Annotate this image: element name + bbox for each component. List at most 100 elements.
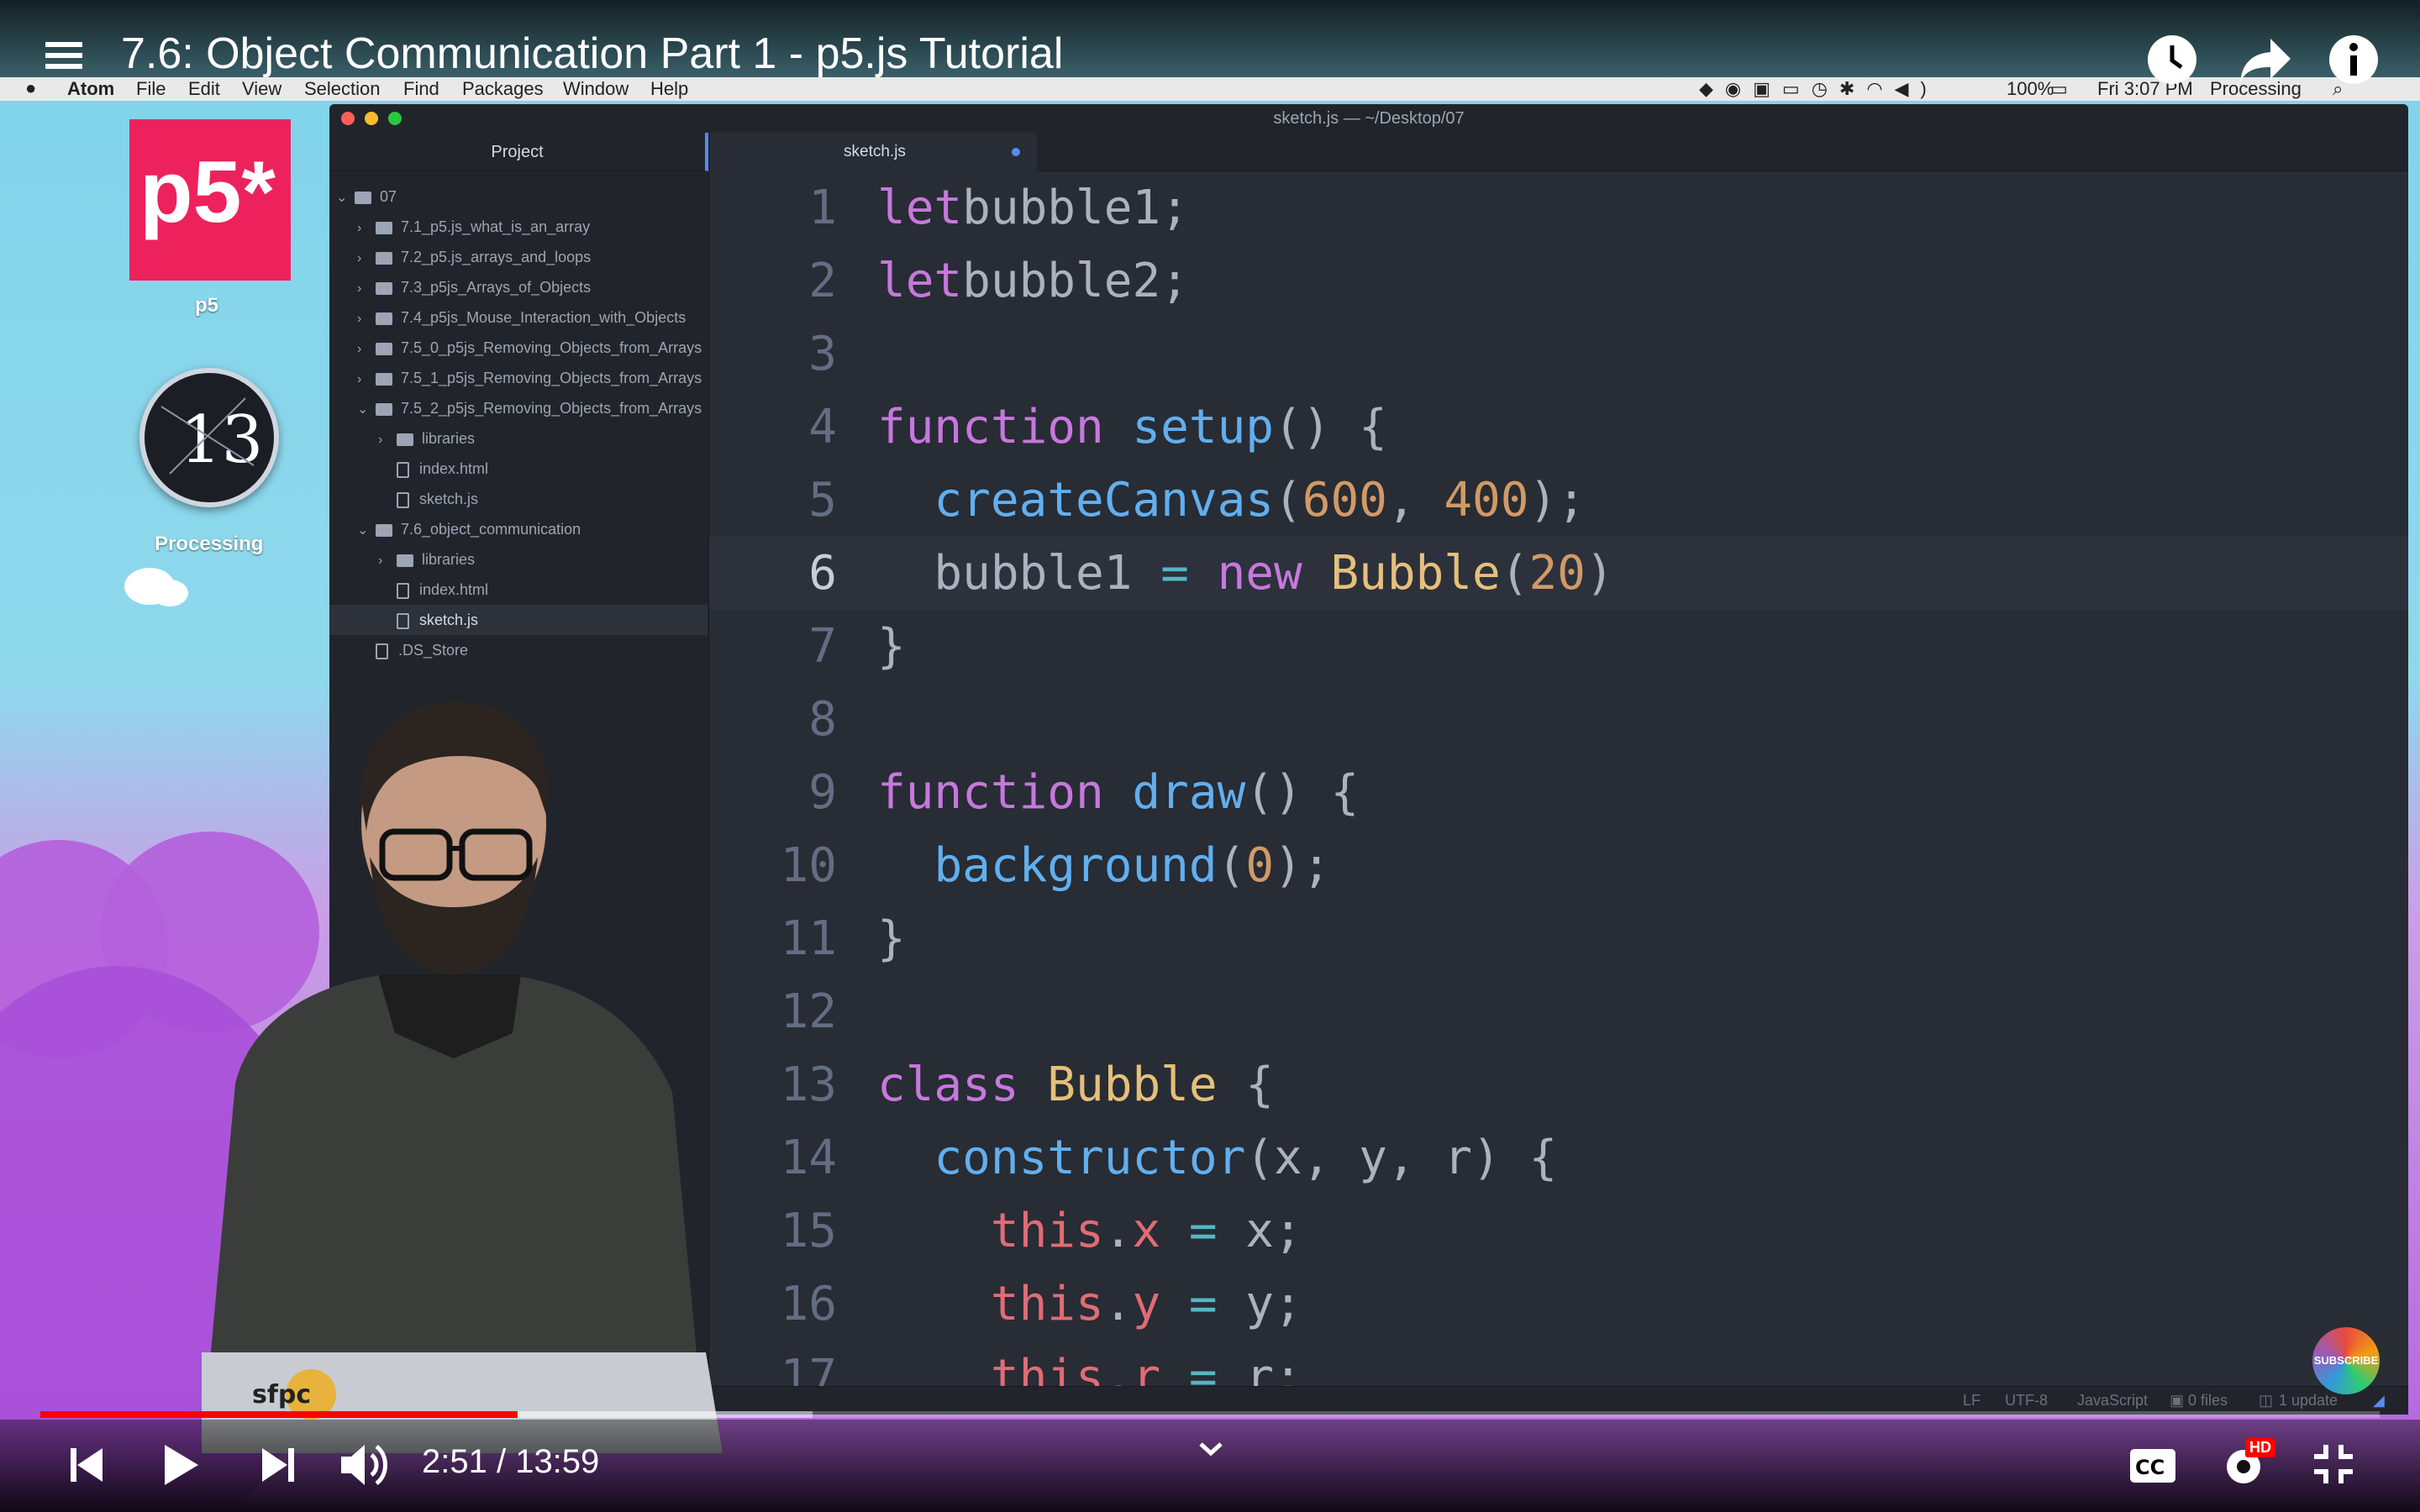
tree-file[interactable]: index.html <box>329 575 488 605</box>
chevron-down-icon[interactable]: ⌄ <box>357 516 371 546</box>
git-files-icon: ▣ <box>2170 1392 2185 1409</box>
folder-icon <box>376 312 392 325</box>
code-token: bubble1 <box>877 546 1161 601</box>
captions-icon[interactable]: CC <box>2129 1448 2176 1488</box>
volume-icon[interactable] <box>339 1441 392 1493</box>
code-token: { <box>1217 1058 1275 1112</box>
chevron-right-icon[interactable]: › <box>357 334 371 365</box>
share-icon[interactable] <box>2238 37 2292 88</box>
tree-folder[interactable]: ⌄ 07 <box>329 181 397 212</box>
code-token: constructor <box>934 1131 1246 1185</box>
file-encoding[interactable]: UTF-8 <box>2005 1392 2048 1410</box>
menu-window[interactable]: Window <box>563 78 629 100</box>
minimize-window-button[interactable] <box>365 112 378 125</box>
tree-folder[interactable]: › 7.5_0_p5js_Removing_Objects_from_Arrays <box>329 333 702 363</box>
code-token: ( <box>1217 838 1246 893</box>
chevron-right-icon[interactable]: › <box>357 244 371 274</box>
chevron-right-icon[interactable]: › <box>357 365 371 395</box>
code-token: this <box>990 1204 1104 1258</box>
code-editor[interactable]: 1 letbubble1; 2 letbubble2; 3 4 function setup… <box>709 171 2408 1415</box>
menu-view[interactable]: View <box>242 78 281 100</box>
processing-icon-label: Processing <box>155 533 264 555</box>
code-line[interactable]: this.x = x; <box>877 1194 1302 1268</box>
code-token: 600 <box>1302 473 1387 528</box>
tree-folder[interactable]: › libraries <box>329 544 475 575</box>
tree-file[interactable]: index.html <box>329 454 488 484</box>
watch-later-icon[interactable] <box>2146 34 2198 90</box>
apple-icon[interactable]: ● <box>25 77 36 99</box>
chevron-right-icon[interactable]: › <box>357 213 371 244</box>
exit-fullscreen-icon[interactable] <box>2312 1443 2354 1489</box>
code-line[interactable]: } <box>877 902 906 975</box>
chevron-down-icon[interactable]: ⌄ <box>357 395 371 425</box>
tree-file[interactable]: .DS_Store <box>329 635 468 665</box>
chevron-right-icon[interactable]: › <box>378 425 392 455</box>
playlist-menu-icon[interactable] <box>45 39 84 76</box>
line-number: 4 <box>808 400 837 454</box>
update-count[interactable]: 1 update <box>2279 1392 2338 1410</box>
tree-folder[interactable]: › 7.2_p5.js_arrays_and_loops <box>329 242 591 272</box>
line-number: 12 <box>780 984 837 1039</box>
code-line[interactable]: createCanvas(600, 400); <box>877 464 1585 537</box>
previous-icon[interactable] <box>71 1446 104 1488</box>
cloud-decoration <box>151 580 188 606</box>
p5-desktop-icon[interactable]: p5* <box>129 119 291 281</box>
chevron-down-icon[interactable] <box>1198 1441 1223 1461</box>
grammar-selector[interactable]: JavaScript <box>2077 1392 2148 1410</box>
code-line[interactable]: function setup() { <box>877 391 1387 464</box>
tree-folder[interactable]: ⌄ 7.5_2_p5js_Removing_Objects_from_Arrays <box>329 393 702 423</box>
menu-edit[interactable]: Edit <box>188 78 220 100</box>
play-icon[interactable] <box>163 1443 200 1491</box>
chevron-down-icon[interactable]: ⌄ <box>336 183 350 213</box>
code-line[interactable]: letbubble1; <box>877 171 1189 244</box>
menu-help[interactable]: Help <box>650 78 688 100</box>
video-title[interactable]: 7.6: Object Communication Part 1 - p5.js… <box>121 29 1063 79</box>
chevron-right-icon[interactable]: › <box>357 274 371 304</box>
menu-find[interactable]: Find <box>403 78 439 100</box>
tree-folder[interactable]: ⌄ 7.6_object_communication <box>329 514 581 544</box>
chevron-right-icon[interactable]: › <box>357 304 371 334</box>
code-line[interactable]: function draw() { <box>877 756 1359 829</box>
menu-selection[interactable]: Selection <box>304 78 381 100</box>
code-line[interactable]: background(0); <box>877 829 1330 902</box>
modified-indicator <box>1012 148 1020 156</box>
code-token: ) <box>1585 546 1614 601</box>
tab-label: sketch.js <box>844 143 906 160</box>
progress-bar[interactable] <box>40 1411 2380 1418</box>
line-ending[interactable]: LF <box>1963 1392 1981 1410</box>
code-line[interactable]: class Bubble { <box>877 1048 1274 1121</box>
tree-file[interactable]: sketch.js <box>329 605 708 635</box>
subscribe-watermark[interactable]: SUBSCRIBE <box>2312 1327 2380 1394</box>
tree-folder[interactable]: › 7.3_p5js_Arrays_of_Objects <box>329 272 591 302</box>
tree-folder[interactable]: › 7.1_p5.js_what_is_an_array <box>329 212 590 242</box>
menu-file[interactable]: File <box>136 78 166 100</box>
code-line[interactable]: constructor(x, y, r) { <box>877 1121 1557 1194</box>
close-window-button[interactable] <box>341 112 355 125</box>
zoom-window-button[interactable] <box>388 112 402 125</box>
tree-folder[interactable]: › 7.5_1_p5js_Removing_Objects_from_Arrays <box>329 363 702 393</box>
processing-desktop-icon[interactable]: 13 <box>139 368 279 507</box>
tree-file[interactable]: sketch.js <box>329 484 478 514</box>
tree-folder[interactable]: › 7.4_p5js_Mouse_Interaction_with_Objects <box>329 302 686 333</box>
menu-packages[interactable]: Packages <box>462 78 544 100</box>
next-icon[interactable] <box>260 1446 294 1488</box>
line-number: 16 <box>780 1277 837 1331</box>
code-token: . <box>1103 1204 1133 1258</box>
tree-folder[interactable]: › libraries <box>329 423 475 454</box>
code-line[interactable]: } <box>877 610 906 683</box>
line-number: 13 <box>780 1058 837 1112</box>
menubar-app-name[interactable]: Atom <box>67 78 114 100</box>
code-line[interactable]: letbubble2; <box>877 244 1189 318</box>
video-player[interactable]: p5* p5 13 Processing 7.6: Object Communi… <box>0 0 2420 1512</box>
git-files-count[interactable]: 0 files <box>2188 1392 2228 1410</box>
info-icon[interactable] <box>2328 34 2380 90</box>
tab-sketch-js[interactable]: sketch.js <box>709 133 1037 171</box>
chevron-right-icon[interactable]: › <box>378 546 392 576</box>
battery-icon[interactable]: ▭ <box>2050 78 2068 100</box>
code-line[interactable]: bubble1 = new Bubble(20) <box>877 537 1614 610</box>
code-token: 400 <box>1444 473 1529 528</box>
code-token: y; <box>1217 1277 1302 1331</box>
code-line[interactable]: this.y = y; <box>877 1268 1302 1341</box>
github-icon[interactable]: ◢ <box>2373 1392 2385 1410</box>
